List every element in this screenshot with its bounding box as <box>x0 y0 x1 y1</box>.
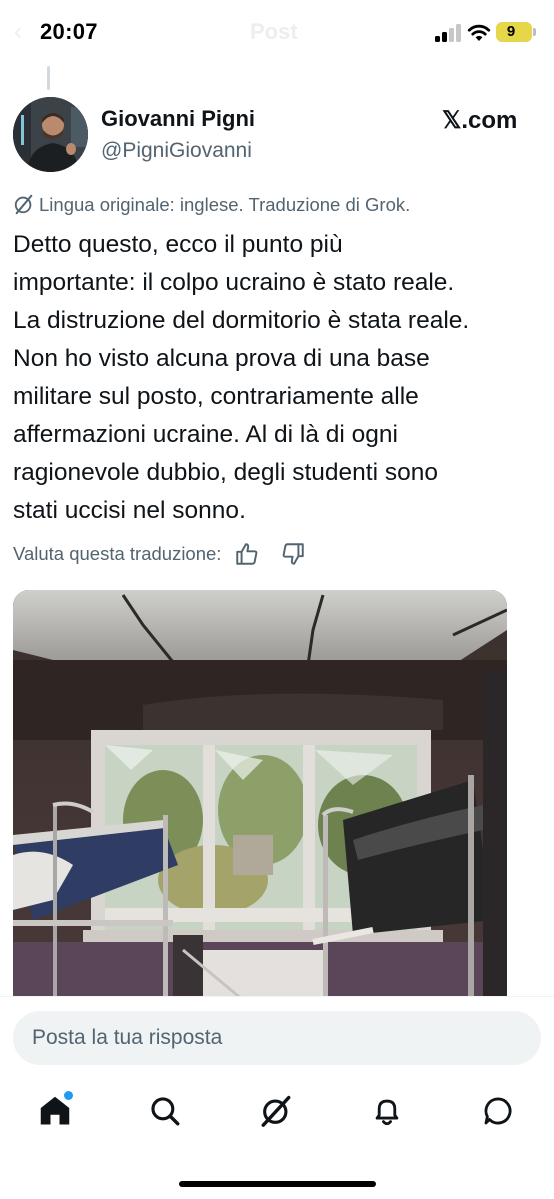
x-logo: 𝕏.com <box>442 107 518 134</box>
home-indicator[interactable] <box>179 1181 376 1187</box>
tweet-line: La distruzione del dormitorio è stata re… <box>13 307 470 334</box>
tweet-text: Detto questo, ecco il punto più importan… <box>13 226 548 530</box>
battery-icon: 9 <box>496 22 536 42</box>
home-unread-dot <box>64 1091 73 1100</box>
rate-translation-label: Valuta questa traduzione: <box>13 543 222 564</box>
translation-notice-text: Lingua originale: inglese. Traduzione di… <box>39 194 411 215</box>
cellular-signal-icon <box>435 24 461 42</box>
messages-icon <box>484 1097 512 1125</box>
tweet-line: ragionevole dubbio, degli studenti sono <box>13 459 438 486</box>
tweet-photo[interactable] <box>13 590 507 1010</box>
reply-area: Posta la tua risposta <box>0 996 554 1199</box>
tweet-line: affermazioni ucraine. Al di là di ogni <box>13 421 398 448</box>
tab-search[interactable] <box>143 1089 187 1133</box>
author-name[interactable]: Giovanni Pigni <box>101 106 255 132</box>
grok-icon <box>14 194 33 215</box>
thumbs-down-icon[interactable] <box>279 540 307 568</box>
back-arrow-icon[interactable]: ‹ <box>14 18 22 46</box>
tab-bar <box>0 1089 554 1139</box>
tweet-line: Detto questo, ecco il punto più <box>13 231 343 258</box>
avatar[interactable] <box>13 97 88 172</box>
header-title: Post <box>250 19 298 44</box>
tab-notifications[interactable] <box>365 1089 409 1133</box>
notifications-icon <box>375 1099 399 1126</box>
battery-level: 9 <box>506 23 516 40</box>
tweet-line: stati uccisi nel sonno. <box>13 497 246 524</box>
wifi-icon <box>467 24 491 41</box>
translation-notice: Lingua originale: inglese. Traduzione di… <box>13 193 410 216</box>
status-bar: ‹ 20:07 Post 9 <box>0 0 554 66</box>
author-handle[interactable]: @PigniGiovanni <box>101 139 252 163</box>
thread-connector-line <box>47 66 50 90</box>
tweet-line: importante: il colpo ucraino è stato rea… <box>13 269 455 296</box>
tab-messages[interactable] <box>476 1089 520 1133</box>
grok-icon <box>261 1095 291 1127</box>
tweet-line: militare sul posto, contrariamente alle <box>13 383 419 410</box>
reply-placeholder: Posta la tua risposta <box>32 1026 223 1049</box>
tab-grok[interactable] <box>254 1089 298 1133</box>
thumbs-up-icon[interactable] <box>233 540 261 568</box>
rate-translation: Valuta questa traduzione: <box>13 539 307 569</box>
tweet-line: Non ho visto alcuna prova di una base <box>13 345 430 372</box>
status-time: 20:07 <box>40 19 98 44</box>
search-icon <box>151 1097 180 1126</box>
reply-input[interactable]: Posta la tua risposta <box>13 1011 541 1065</box>
